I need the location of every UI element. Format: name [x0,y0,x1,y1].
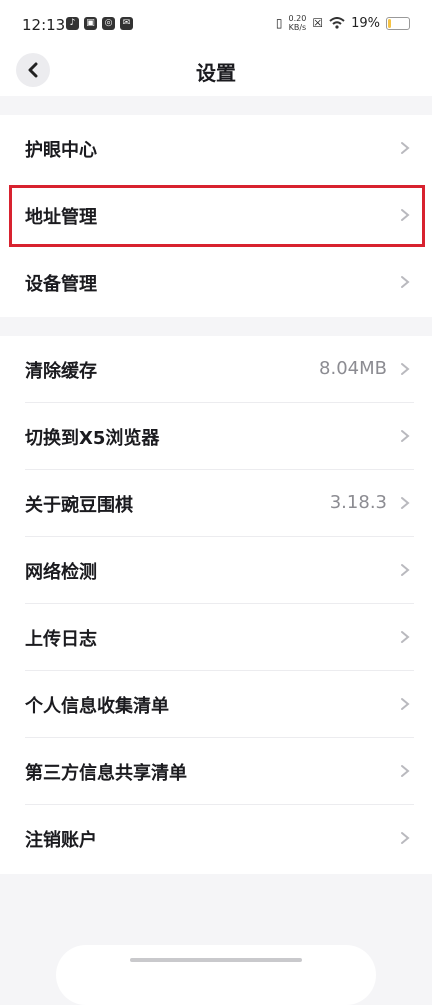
cache-size: 8.04MB [319,358,387,379]
row-label: 个人信息收集清单 [25,696,169,717]
row-label: 设备管理 [25,274,97,295]
wifi-icon [329,17,345,29]
row-switch-x5-browser[interactable]: 切换到X5浏览器 [0,403,432,470]
page-title: 设置 [196,61,236,85]
row-label: 护眼中心 [25,140,97,161]
row-personal-info-list[interactable]: 个人信息收集清单 [0,671,432,738]
row-upload-logs[interactable]: 上传日志 [0,604,432,671]
row-label: 网络检测 [25,562,97,583]
net-speed: 0.20 KB/s [289,14,307,32]
chevron-right-icon [401,698,410,710]
message-icon: ✉ [120,17,133,30]
row-label: 第三方信息共享清单 [25,763,187,784]
chevron-right-icon [401,142,410,154]
row-about-app[interactable]: 关于豌豆围棋 3.18.3 [0,470,432,537]
status-right: ▯ 0.20 KB/s ☒ 19% [276,14,410,32]
highlight-box [9,185,425,247]
settings-group-2: 清除缓存 8.04MB 切换到X5浏览器 关于豌豆围棋 3.18.3 网络检测 … [0,336,432,874]
row-device-management[interactable]: 设备管理 [0,249,432,316]
header: 设置 [0,50,432,96]
chevron-right-icon [401,631,410,643]
row-label: 切换到X5浏览器 [25,428,160,449]
chevron-right-icon [401,497,410,509]
chevron-right-icon [401,430,410,442]
row-label: 注销账户 [25,830,97,851]
notification-icons: ♪ ▣ ◎ ✉ [66,17,133,30]
tiktok-icon: ♪ [66,17,79,30]
status-bar: 12:13 ♪ ▣ ◎ ✉ ▯ 0.20 KB/s ☒ 19% [0,0,432,50]
row-label: 上传日志 [25,629,97,650]
chevron-right-icon [401,363,410,375]
chevron-right-icon [401,276,410,288]
sim-icon: ☒ [312,16,324,30]
battery-icon [386,16,410,30]
row-label: 关于豌豆围棋 [25,495,133,516]
battery-fill [388,18,391,28]
chevron-right-icon [401,564,410,576]
vibrate-icon: ▯ [275,16,283,30]
row-clear-cache[interactable]: 清除缓存 8.04MB [0,336,432,403]
home-indicator [130,958,302,962]
app-icon: ◎ [102,17,115,30]
battery-percent: 19% [351,15,380,31]
row-network-check[interactable]: 网络检测 [0,537,432,604]
chevron-right-icon [401,832,410,844]
app-version: 3.18.3 [329,492,387,513]
logout-button[interactable] [56,945,376,1005]
chevron-right-icon [401,765,410,777]
row-label: 清除缓存 [25,361,97,382]
row-eye-care-center[interactable]: 护眼中心 [0,115,432,182]
row-third-party-sharing-list[interactable]: 第三方信息共享清单 [0,738,432,805]
status-time: 12:13 [22,16,66,34]
row-delete-account[interactable]: 注销账户 [0,805,432,872]
app-icon: ▣ [84,17,97,30]
net-speed-unit: KB/s [288,23,307,32]
net-speed-value: 0.20 [288,14,307,23]
